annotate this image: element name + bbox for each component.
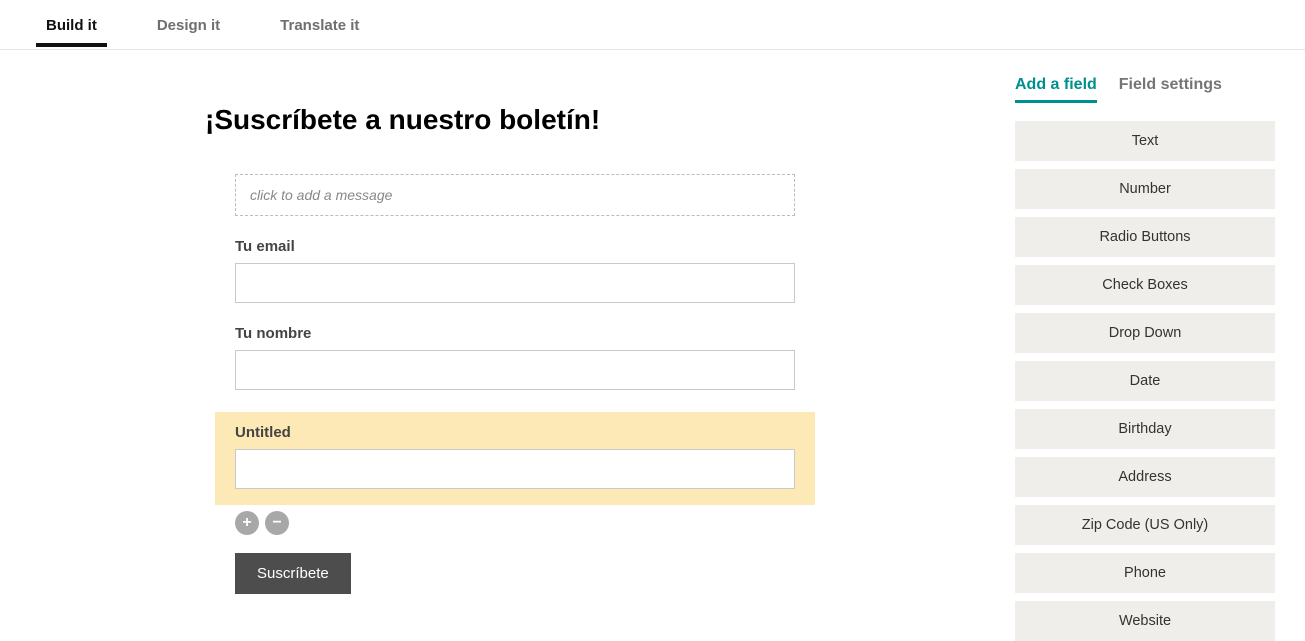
field-label: Tu nombre [235,325,795,342]
field-type-radio-buttons[interactable]: Radio Buttons [1015,217,1275,257]
field-email[interactable]: Tu email [235,238,795,303]
form-canvas: ¡Suscríbete a nuestro boletín! click to … [0,70,1015,641]
field-name[interactable]: Tu nombre [235,325,795,390]
field-type-zip-code[interactable]: Zip Code (US Only) [1015,505,1275,545]
untitled-input[interactable] [235,449,795,489]
field-type-drop-down[interactable]: Drop Down [1015,313,1275,353]
add-field-button[interactable]: + [235,511,259,535]
field-actions: + − [235,511,975,535]
name-input[interactable] [235,350,795,390]
field-type-list: Text Number Radio Buttons Check Boxes Dr… [1015,121,1275,641]
tab-design[interactable]: Design it [147,3,230,46]
submit-button[interactable]: Suscríbete [235,553,351,594]
field-label: Tu email [235,238,795,255]
top-tabs: Build it Design it Translate it [0,0,1305,50]
field-label: Untitled [235,424,795,441]
remove-field-button[interactable]: − [265,511,289,535]
field-type-phone[interactable]: Phone [1015,553,1275,593]
tab-build[interactable]: Build it [36,3,107,46]
plus-icon: + [242,515,251,531]
field-untitled: Untitled [235,424,795,489]
field-type-number[interactable]: Number [1015,169,1275,209]
selected-field-wrap[interactable]: Untitled [215,412,815,505]
sidebar-tabs: Add a field Field settings [1015,76,1275,103]
form-title[interactable]: ¡Suscríbete a nuestro boletín! [205,104,975,136]
field-type-address[interactable]: Address [1015,457,1275,497]
email-input[interactable] [235,263,795,303]
sidebar-tab-add-field[interactable]: Add a field [1015,76,1097,103]
field-type-website[interactable]: Website [1015,601,1275,641]
sidebar: Add a field Field settings Text Number R… [1015,70,1305,641]
minus-icon: − [272,515,281,531]
field-type-check-boxes[interactable]: Check Boxes [1015,265,1275,305]
tab-translate[interactable]: Translate it [270,3,369,46]
field-type-text[interactable]: Text [1015,121,1275,161]
form-message-placeholder[interactable]: click to add a message [235,174,795,216]
sidebar-tab-field-settings[interactable]: Field settings [1119,76,1222,103]
field-type-date[interactable]: Date [1015,361,1275,401]
main-area: ¡Suscríbete a nuestro boletín! click to … [0,50,1305,641]
field-type-birthday[interactable]: Birthday [1015,409,1275,449]
